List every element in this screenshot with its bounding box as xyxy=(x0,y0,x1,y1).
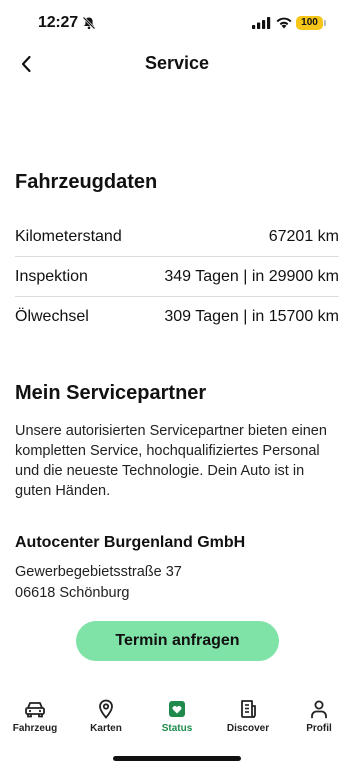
service-partner-title: Mein Servicepartner xyxy=(15,382,207,404)
tab-status[interactable]: Status xyxy=(142,692,212,744)
tab-profil[interactable]: Profil xyxy=(284,692,354,744)
cellular-signal-icon xyxy=(252,17,271,29)
row-label: Ölwechsel xyxy=(15,308,89,325)
tab-label: Discover xyxy=(226,723,270,734)
partner-street: Gewerbegebietsstraße 37 xyxy=(15,564,182,580)
row-value: 67201 km xyxy=(268,228,339,245)
row-label: Kilometerstand xyxy=(15,228,122,245)
status-time: 12:27 xyxy=(38,14,78,31)
request-appointment-button[interactable]: Termin anfragen xyxy=(76,621,279,661)
heart-badge-icon xyxy=(169,701,185,717)
person-icon xyxy=(311,700,327,719)
partner-city: 06618 Schönburg xyxy=(15,585,130,601)
tab-label: Karten xyxy=(90,723,122,734)
home-indicator xyxy=(113,756,241,761)
battery-tip xyxy=(324,20,326,26)
tab-label: Profil xyxy=(306,723,332,734)
battery-indicator: 100 xyxy=(296,16,323,30)
news-icon xyxy=(241,700,256,718)
nav-header: Service xyxy=(0,46,354,84)
partner-address: Gewerbegebietsstraße 37 06618 Schönburg xyxy=(15,562,182,604)
map-pin-icon xyxy=(99,699,113,719)
inspection-row: Inspektion 349 Tagen | in 29900 km xyxy=(15,257,339,297)
bell-off-icon xyxy=(82,16,96,30)
oil-change-row: Ölwechsel 309 Tagen | in 15700 km xyxy=(15,297,339,337)
wifi-icon xyxy=(276,17,292,29)
row-value: 309 Tagen | in 15700 km xyxy=(164,308,339,325)
tab-bar: Fahrzeug Karten Status Discover Profil xyxy=(0,692,354,748)
partner-name: Autocenter Burgenland GmbH xyxy=(15,534,246,551)
tab-label: Fahrzeug xyxy=(12,723,58,734)
tab-fahrzeug[interactable]: Fahrzeug xyxy=(0,692,70,744)
tab-label: Status xyxy=(161,723,193,734)
row-value: 349 Tagen | in 29900 km xyxy=(164,268,339,285)
service-partner-description: Unsere autorisierten Servicepartner biet… xyxy=(15,423,327,499)
tab-discover[interactable]: Discover xyxy=(213,692,283,744)
car-icon xyxy=(25,702,45,718)
row-label: Inspektion xyxy=(15,268,88,285)
status-bar: 12:27 100 xyxy=(0,0,354,46)
vehicle-data-title: Fahrzeugdaten xyxy=(15,171,158,193)
tab-karten[interactable]: Karten xyxy=(71,692,141,744)
page-title: Service xyxy=(144,53,210,73)
mileage-row: Kilometerstand 67201 km xyxy=(15,217,339,257)
